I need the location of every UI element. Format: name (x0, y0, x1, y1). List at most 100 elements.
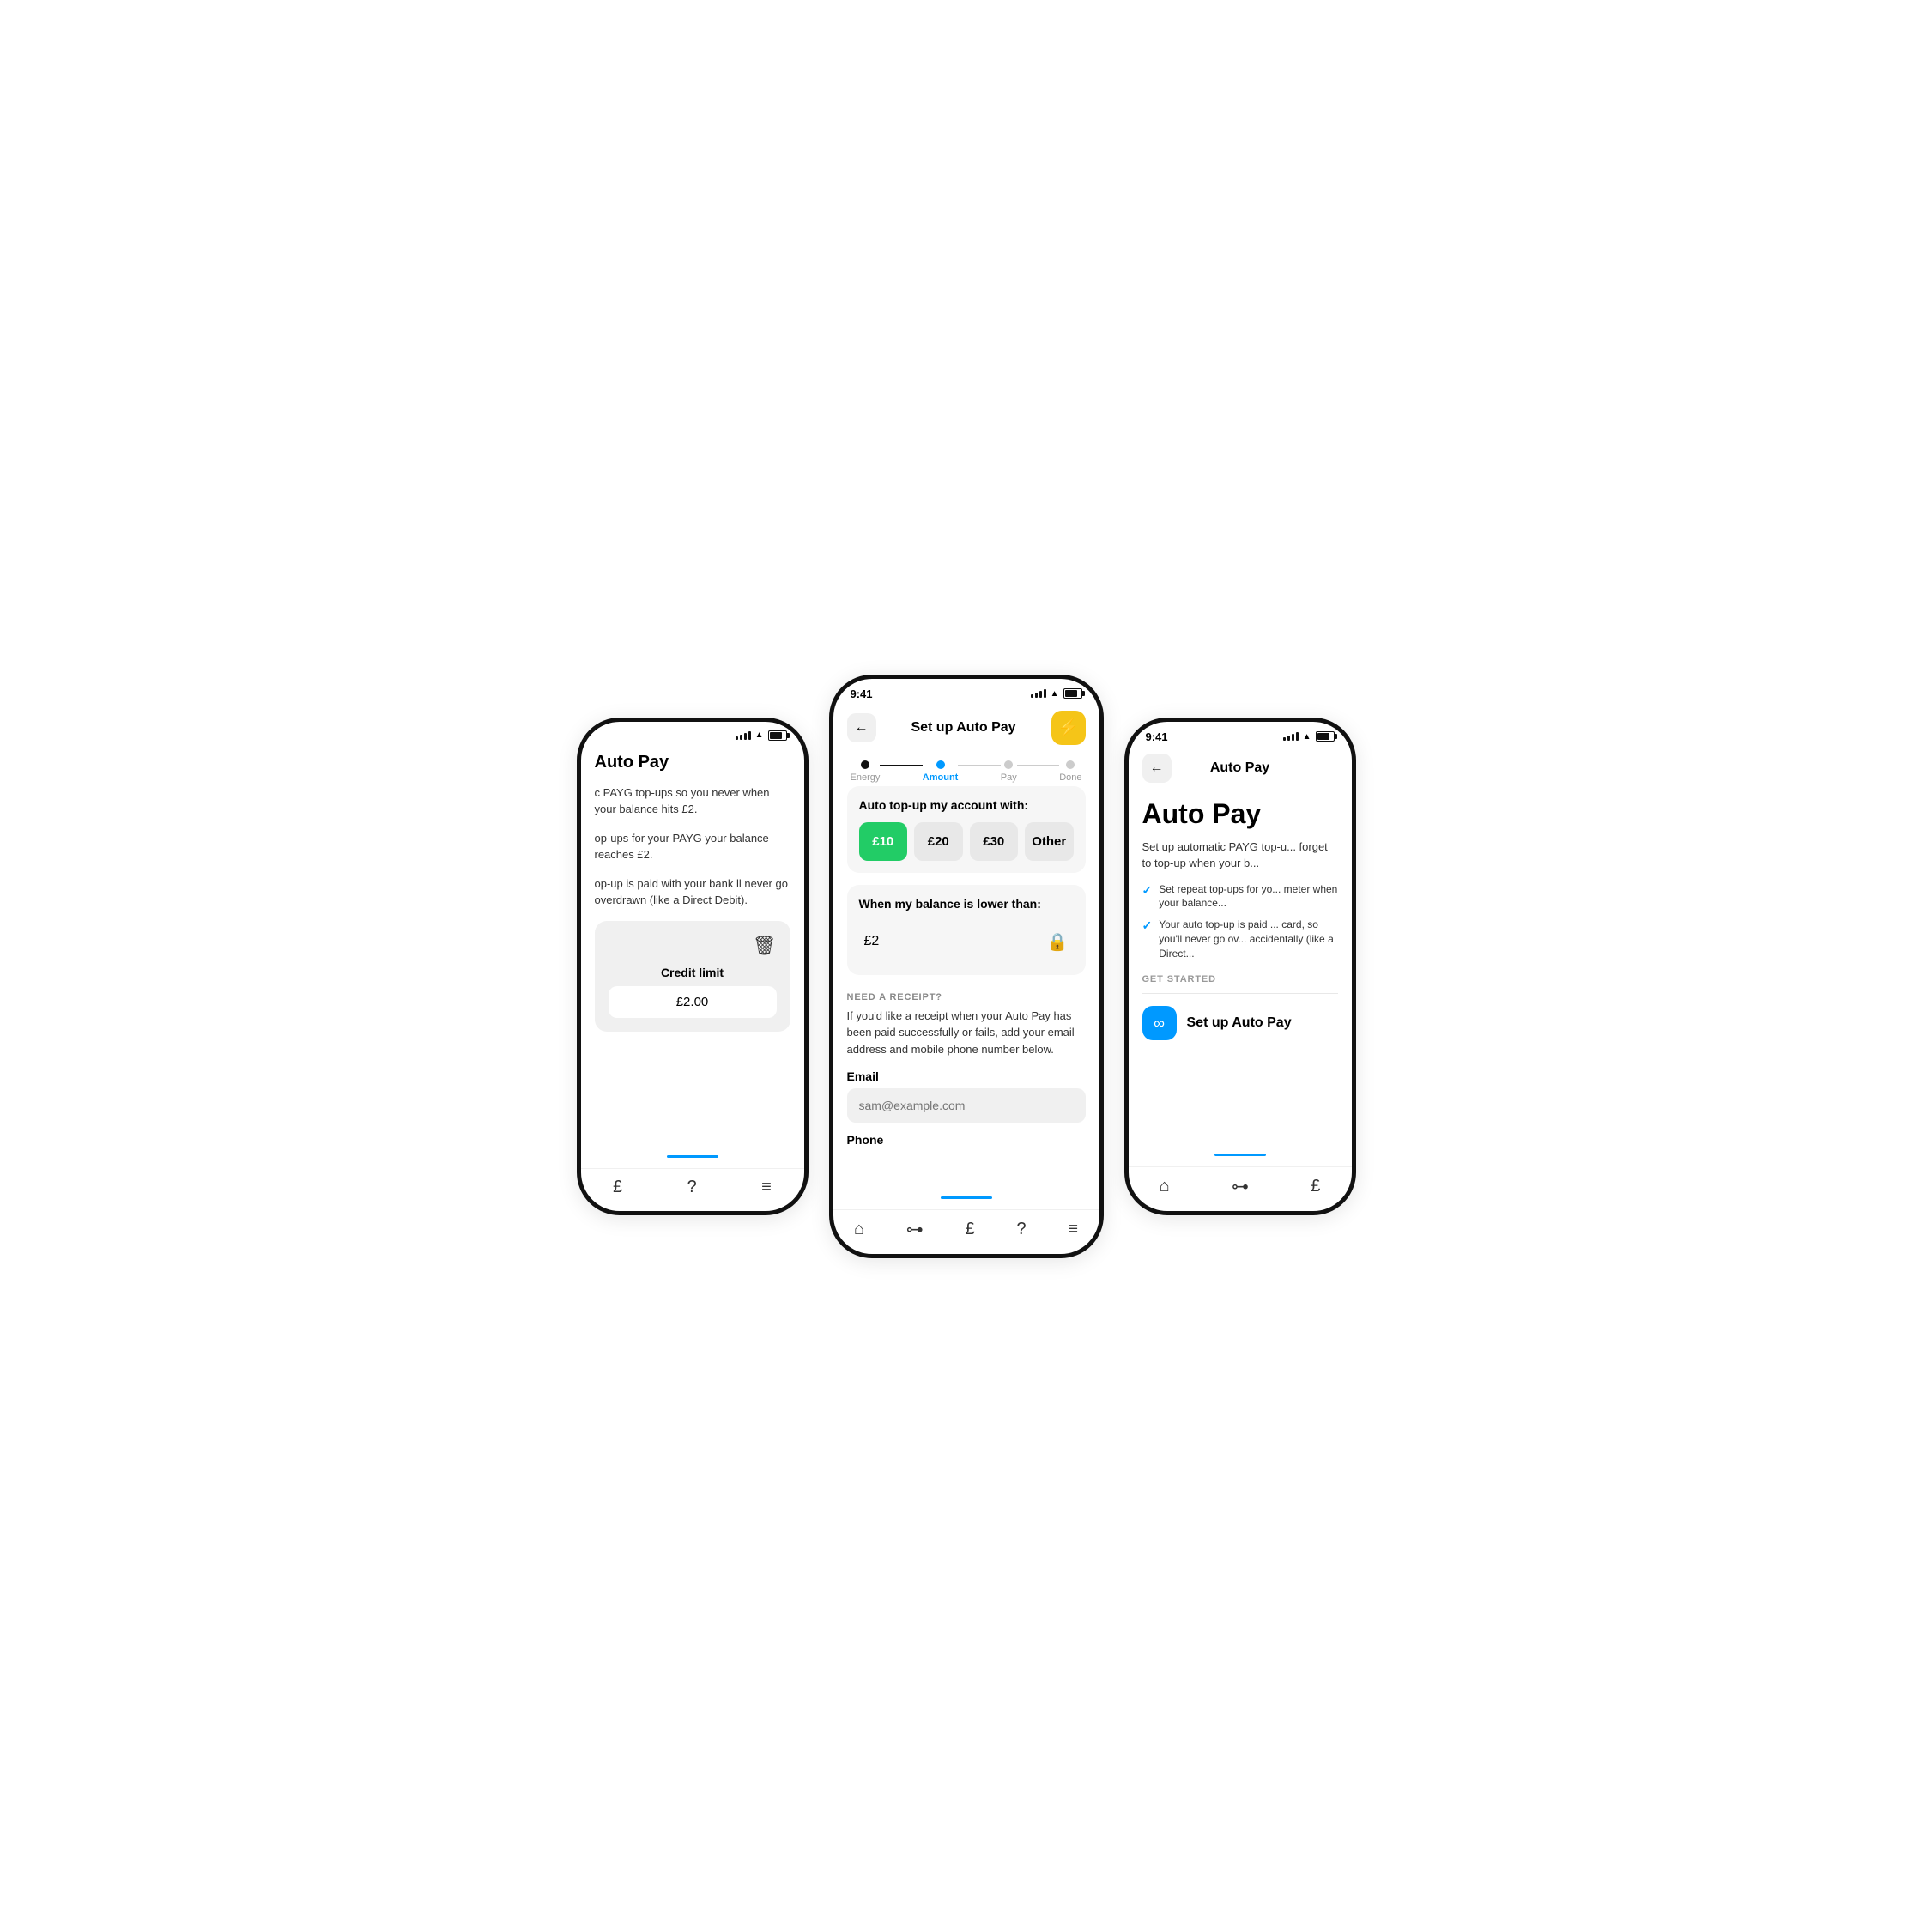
step-dot-done (1066, 760, 1075, 769)
check-list: ✓ Set repeat top-ups for yo... meter whe… (1142, 882, 1338, 961)
setup-icon: ∞ (1142, 1006, 1177, 1040)
back-button-right[interactable]: ← (1142, 754, 1172, 783)
help-icon-left: ? (687, 1178, 697, 1197)
left-page-title: Auto Pay (595, 753, 790, 772)
menu-icon-left: ≡ (761, 1178, 772, 1197)
battery-icon-right (1316, 731, 1335, 742)
step-label-pay: Pay (1001, 772, 1017, 783)
setup-autopay-button[interactable]: ∞ Set up Auto Pay (1142, 1006, 1338, 1040)
step-label-amount: Amount (923, 772, 959, 783)
left-desc-1: c PAYG top-ups so you never when your ba… (595, 784, 790, 818)
check-mark-1: ✓ (1142, 882, 1153, 911)
step-line-3 (1017, 765, 1059, 766)
status-icons-right: ▲ (1283, 731, 1335, 742)
left-desc-2: op-ups for your PAYG your balance reache… (595, 830, 790, 863)
trash-row: 🗑 (609, 935, 777, 957)
nav-home-center[interactable]: ⌂ (854, 1220, 864, 1239)
nav-connect-right[interactable]: ⊶ (1232, 1176, 1249, 1197)
nav-home-right[interactable]: ⌂ (1160, 1177, 1170, 1196)
balance-title: When my balance is lower than: (859, 897, 1074, 911)
email-label: Email (847, 1069, 1086, 1083)
check-item-2: ✓ Your auto top-up is paid ... card, so … (1142, 918, 1338, 960)
nav-help-center[interactable]: ? (1017, 1220, 1027, 1239)
status-icons-left: ▲ (736, 730, 787, 741)
scene: ▲ Auto Pay c PAYG top-ups so you never w… (494, 675, 1438, 1258)
wifi-icon-right: ▲ (1303, 732, 1311, 742)
get-started-label: GET STARTED (1142, 974, 1338, 984)
lightning-icon: ⚡ (1057, 717, 1079, 738)
infinity-icon: ∞ (1154, 1014, 1165, 1033)
nav-active-bar-left (667, 1155, 718, 1158)
amount-options: £10 £20 £30 Other (859, 822, 1074, 861)
back-arrow-center: ← (855, 720, 869, 736)
balance-section: When my balance is lower than: £2 🔒 (847, 885, 1086, 975)
step-amount: Amount (923, 760, 959, 783)
wifi-icon-center: ▲ (1051, 689, 1059, 699)
progress-steps: Energy Amount Pay Done (833, 752, 1099, 786)
credit-card: 🗑 Credit limit £2.00 (595, 921, 790, 1032)
receipt-label: NEED A RECEIPT? (847, 992, 1086, 1002)
nav-connect-center[interactable]: ⊶ (906, 1219, 924, 1240)
auto-pay-big-title: Auto Pay (1142, 798, 1338, 830)
topup-section: Auto top-up my account with: £10 £20 £30… (847, 786, 1086, 873)
back-arrow-right: ← (1150, 760, 1164, 776)
nav-active-bar-right (1214, 1154, 1266, 1156)
connect-icon-center: ⊶ (906, 1219, 924, 1240)
connect-icon-right: ⊶ (1232, 1176, 1249, 1197)
menu-icon-center: ≡ (1068, 1220, 1078, 1239)
get-started-divider (1142, 993, 1338, 994)
nav-item-pound-left[interactable]: £ (613, 1178, 622, 1197)
amount-30-button[interactable]: £30 (970, 822, 1019, 861)
step-energy: Energy (851, 760, 881, 783)
setup-autopay-label: Set up Auto Pay (1187, 1015, 1292, 1031)
step-label-energy: Energy (851, 772, 881, 783)
credit-title: Credit limit (609, 966, 777, 979)
help-icon-center: ? (1017, 1220, 1027, 1239)
step-line-1 (880, 765, 922, 766)
nav-item-help-left[interactable]: ? (687, 1178, 697, 1197)
lightning-button[interactable]: ⚡ (1051, 711, 1086, 745)
nav-pound-right[interactable]: £ (1311, 1177, 1320, 1196)
status-bar-center: 9:41 ▲ (833, 679, 1099, 704)
battery-icon-left (768, 730, 787, 741)
back-button-center[interactable]: ← (847, 713, 876, 742)
amount-10-button[interactable]: £10 (859, 822, 908, 861)
phone-left: ▲ Auto Pay c PAYG top-ups so you never w… (577, 718, 809, 1215)
status-time-right: 9:41 (1146, 730, 1168, 743)
bottom-nav-left: £ ? ≡ (581, 1168, 804, 1211)
battery-icon-center (1063, 688, 1082, 699)
app-header-right: ← Auto Pay (1129, 747, 1352, 790)
app-header-center: ← Set up Auto Pay ⚡ (833, 704, 1099, 752)
phone-label: Phone (847, 1133, 1086, 1147)
step-dot-energy (861, 760, 869, 769)
check-text-1: Set repeat top-ups for yo... meter when … (1159, 882, 1337, 911)
email-input[interactable] (847, 1088, 1086, 1123)
step-dot-pay (1004, 760, 1013, 769)
amount-20-button[interactable]: £20 (914, 822, 963, 861)
step-label-done: Done (1059, 772, 1081, 783)
left-phone-content: Auto Pay c PAYG top-ups so you never whe… (581, 744, 804, 1155)
balance-row: £2 🔒 (859, 921, 1074, 963)
signal-bars-right (1283, 732, 1299, 741)
pound-icon-right: £ (1311, 1177, 1320, 1196)
check-mark-2: ✓ (1142, 918, 1153, 960)
step-done: Done (1059, 760, 1081, 783)
bottom-nav-right: ⌂ ⊶ £ (1129, 1166, 1352, 1211)
nav-pound-center[interactable]: £ (966, 1220, 975, 1239)
status-icons-center: ▲ (1031, 688, 1082, 699)
step-dot-amount (936, 760, 945, 769)
status-time-center: 9:41 (851, 687, 873, 700)
credit-value: £2.00 (609, 986, 777, 1018)
trash-icon[interactable]: 🗑 (753, 935, 777, 957)
status-bar-right: 9:41 ▲ (1129, 722, 1352, 747)
step-pay: Pay (1001, 760, 1017, 783)
home-icon-center: ⌂ (854, 1220, 864, 1239)
phone-center: 9:41 ▲ ← Set up Auto Pay ⚡ (829, 675, 1104, 1258)
step-line-2 (958, 765, 1000, 766)
signal-bars-center (1031, 689, 1046, 698)
bottom-nav-center: ⌂ ⊶ £ ? ≡ (833, 1209, 1099, 1254)
nav-item-menu-left[interactable]: ≡ (761, 1178, 772, 1197)
header-title-center: Set up Auto Pay (911, 720, 1015, 736)
amount-other-button[interactable]: Other (1025, 822, 1074, 861)
nav-menu-center[interactable]: ≡ (1068, 1220, 1078, 1239)
